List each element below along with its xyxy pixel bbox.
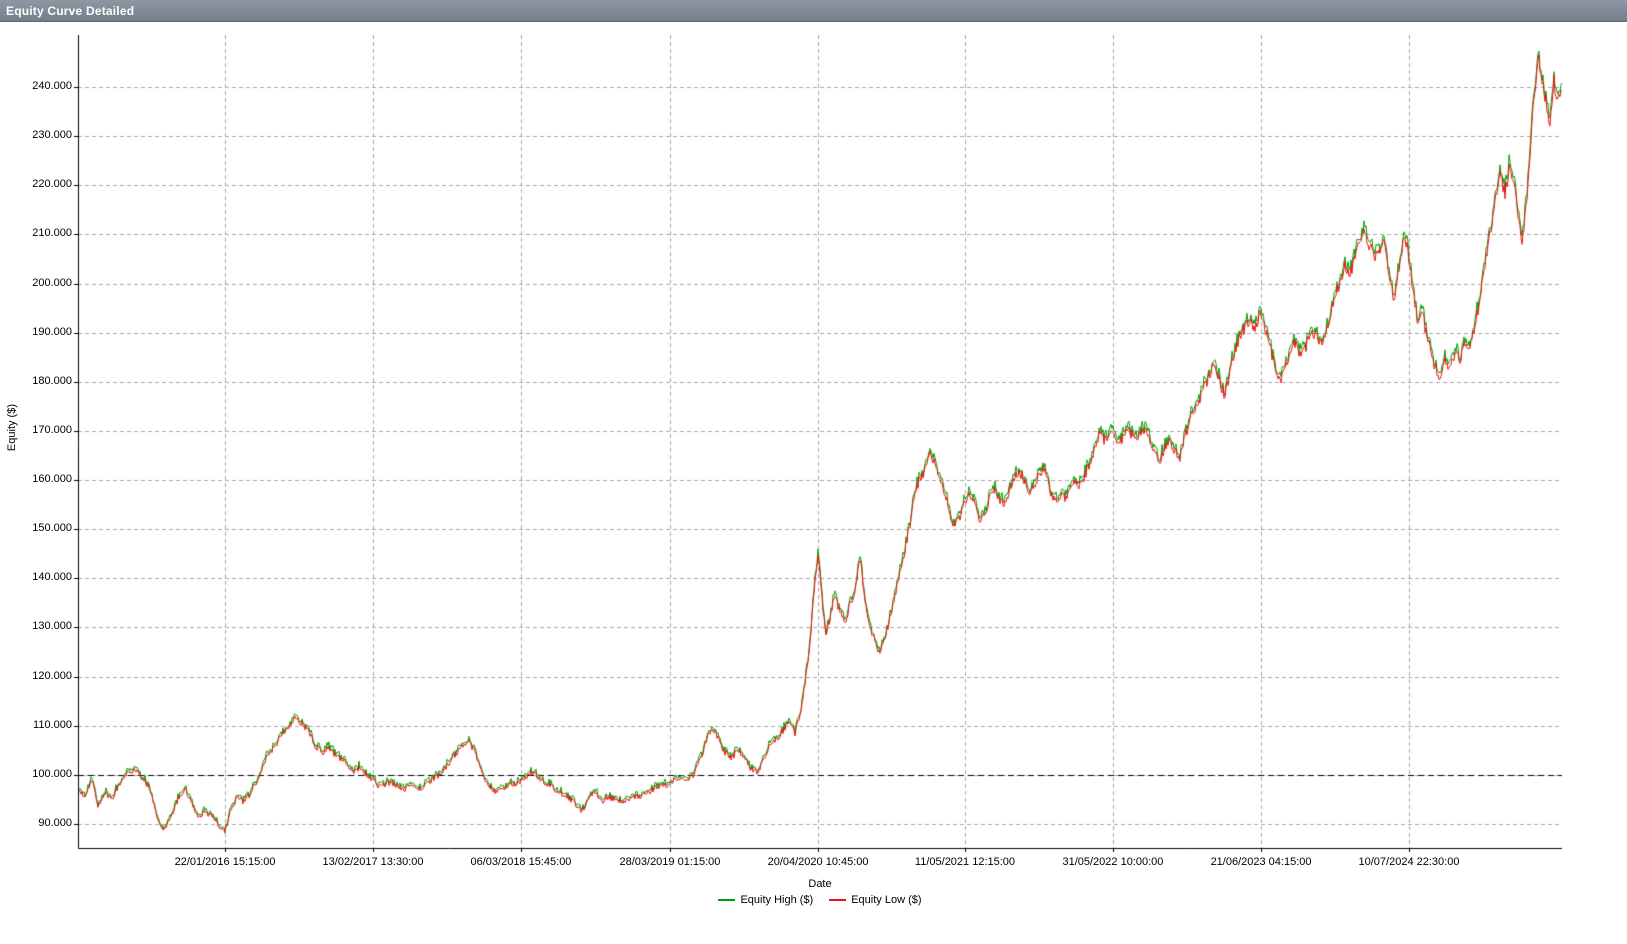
equity-chart: Equity ($) Date Equity High ($) Equity L… — [0, 22, 1627, 943]
window-title-bar[interactable]: Equity Curve Detailed — [0, 0, 1627, 22]
window-title: Equity Curve Detailed — [6, 4, 134, 18]
equity-chart-canvas — [0, 22, 1627, 943]
